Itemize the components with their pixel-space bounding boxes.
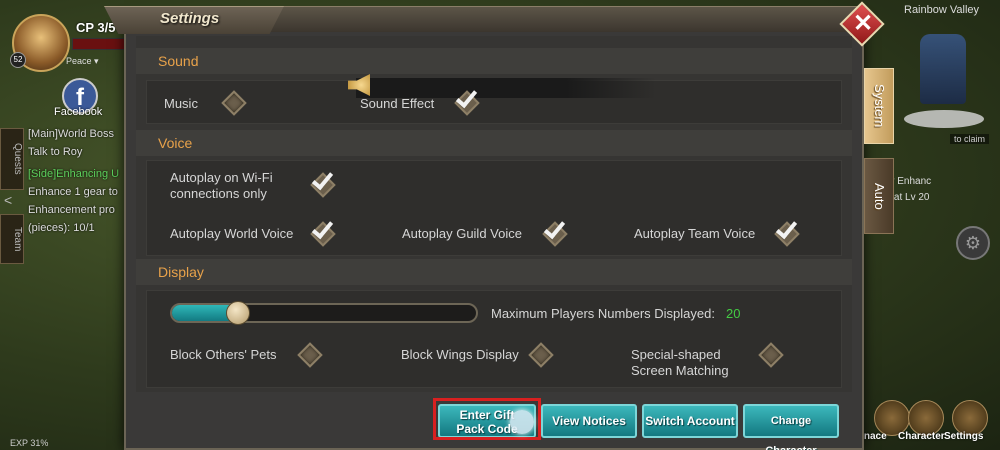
character-label: Character — [898, 431, 945, 442]
collapse-arrow-icon[interactable]: < — [4, 192, 12, 208]
section-header-voice — [136, 130, 852, 156]
hud-right-panel: Rainbow Valley to claim ear Enhanc en at… — [860, 0, 1000, 450]
sound-volume-bar[interactable] — [356, 78, 656, 98]
section-label-sound: Sound — [158, 53, 199, 69]
close-icon[interactable]: ✕ — [850, 9, 876, 39]
max-players-value: 20 — [726, 306, 741, 321]
sound-effect-checkbox[interactable] — [454, 85, 480, 116]
furnace-label: rnace — [860, 431, 887, 442]
pk-mode-dropdown[interactable]: Peace ▾ — [66, 56, 99, 67]
quest-line[interactable]: Talk to Roy — [28, 146, 82, 158]
pedestal-image — [904, 110, 984, 128]
max-players-label: Maximum Players Numbers Displayed: — [491, 306, 715, 321]
tab-system[interactable]: System — [864, 68, 894, 144]
settings-label: Settings — [944, 431, 984, 442]
autoplay-guild-checkbox[interactable] — [542, 216, 568, 247]
dialog-title: Settings — [160, 10, 220, 27]
switch-account-button[interactable]: Switch Account — [642, 404, 738, 438]
music-label: Music — [164, 96, 198, 111]
section-label-voice: Voice — [158, 135, 193, 151]
autoplay-guild-label: Autoplay Guild Voice — [402, 226, 522, 241]
special-screen-label-line1: Special-shaped — [631, 347, 721, 362]
section-header-display — [136, 259, 852, 285]
section-header-sound — [136, 48, 852, 74]
autoplay-world-checkbox[interactable] — [310, 216, 336, 247]
quest-line[interactable]: [Main]World Boss — [28, 128, 114, 140]
dialog-title-strip — [270, 6, 858, 32]
change-character-button[interactable]: Change Character — [743, 404, 839, 450]
tab-team[interactable]: Team — [0, 214, 24, 264]
quest-line[interactable]: [Side]Enhancing U — [28, 168, 119, 180]
settings-gear-icon[interactable]: ⚙ — [956, 226, 990, 260]
block-wings-label: Block Wings Display — [401, 347, 519, 362]
combat-power-label: CP 3/5 — [76, 20, 116, 35]
tab-quests[interactable]: Quests — [0, 128, 24, 190]
slider-handle[interactable] — [225, 301, 250, 325]
view-notices-button[interactable]: View Notices — [541, 404, 637, 438]
autoplay-world-label: Autoplay World Voice — [170, 226, 294, 241]
block-pets-label: Block Others' Pets — [170, 347, 277, 362]
autoplay-team-checkbox[interactable] — [774, 216, 800, 247]
max-players-slider[interactable] — [170, 303, 478, 323]
quest-line[interactable]: Enhance 1 gear to — [28, 186, 118, 198]
hp-bar — [72, 38, 128, 50]
special-screen-label-line2: Screen Matching — [631, 363, 729, 378]
facebook-label: Facebook — [54, 106, 103, 118]
autoplay-team-label: Autoplay Team Voice — [634, 226, 756, 241]
autoplay-wifi-label-line2: connections only — [170, 186, 267, 201]
sound-effect-label: Sound Effect — [360, 96, 435, 111]
hud-left-panel: 52 CP 3/5 Peace ▾ f Facebook Quests < Te… — [0, 0, 130, 450]
tab-auto[interactable]: Auto — [864, 158, 894, 234]
autoplay-wifi-checkbox[interactable] — [310, 167, 336, 198]
touch-indicator — [510, 410, 534, 434]
claim-label[interactable]: to claim — [950, 134, 990, 144]
player-level-badge: 52 — [10, 52, 26, 68]
section-label-display: Display — [158, 264, 204, 280]
autoplay-wifi-label-line1: Autoplay on Wi-Fi — [170, 170, 273, 185]
quest-line[interactable]: Enhancement pro — [28, 204, 115, 216]
quest-line[interactable]: (pieces): 10/1 — [28, 222, 95, 234]
hero-figure-image[interactable] — [920, 34, 966, 104]
exp-label: EXP 31% — [10, 438, 49, 448]
zone-name: Rainbow Valley — [904, 4, 980, 16]
